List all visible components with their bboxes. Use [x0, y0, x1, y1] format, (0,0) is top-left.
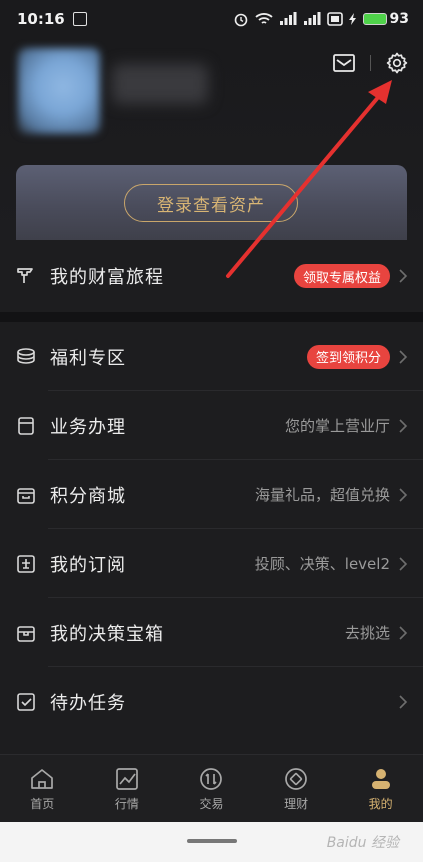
menu-label: 福利专区 [50, 347, 126, 369]
section-divider [0, 312, 423, 322]
mail-icon[interactable] [332, 53, 356, 73]
tab-label: 交易 [199, 797, 224, 811]
wealth-journey-label: 我的财富旅程 [50, 267, 164, 288]
chevron-right-icon [399, 625, 408, 640]
store-icon [15, 484, 37, 506]
subscription-icon [15, 553, 37, 575]
avatar[interactable] [18, 48, 100, 134]
alarm-icon [234, 13, 247, 27]
tab-label: 首页 [30, 797, 55, 811]
menu-row-decision-box[interactable]: 我的决策宝箱 去挑选 [0, 598, 423, 667]
bottom-tab-bar: 首页 行情 交易 理财 我的 [0, 754, 423, 822]
tab-home[interactable]: 首页 [0, 755, 85, 822]
clock: 10:16 [17, 10, 65, 28]
menu-row-points-mall[interactable]: 积分商城 海量礼品，超值兑换 [0, 460, 423, 529]
wifi-icon [254, 13, 273, 24]
home-icon [31, 769, 54, 789]
check-in-points-badge[interactable]: 签到领积分 [306, 344, 390, 369]
tab-label: 行情 [114, 797, 139, 811]
data-saver-icon [326, 12, 343, 26]
market-chart-icon [116, 768, 138, 790]
battery: 93 [362, 11, 409, 27]
menu-desc: 您的掌上营业厅 [284, 417, 390, 435]
claim-benefits-badge[interactable]: 领取专属权益 [293, 264, 390, 288]
username-redacted [112, 64, 208, 104]
notification-icon [72, 12, 87, 26]
wealth-icon [285, 768, 307, 790]
status-bar: 10:16 93 [0, 0, 423, 38]
chevron-right-icon [399, 556, 408, 571]
menu-label: 业务办理 [50, 416, 126, 438]
coins-icon [15, 346, 37, 368]
gesture-area: Baidu 经验 [0, 822, 423, 862]
chevron-right-icon [399, 694, 408, 709]
chevron-right-icon [399, 418, 408, 433]
menu-label: 我的订阅 [50, 554, 126, 576]
tab-market[interactable]: 行情 [85, 755, 170, 822]
menu-row-subscription[interactable]: 我的订阅 投顾、决策、level2 [0, 529, 423, 598]
checklist-icon [15, 691, 37, 713]
asset-card: 登录查看资产 [16, 165, 407, 245]
document-icon [15, 415, 37, 437]
menu-label: 我的决策宝箱 [50, 623, 164, 645]
wealth-journey-row[interactable]: 我的财富旅程 领取专属权益 [0, 240, 423, 312]
tab-label: 我的 [368, 797, 393, 811]
profile-icon [371, 769, 390, 789]
header-divider [370, 55, 371, 71]
menu-row-business[interactable]: 业务办理 您的掌上营业厅 [0, 391, 423, 460]
treasure-box-icon [15, 622, 37, 644]
battery-level: 93 [389, 11, 409, 27]
flag-journey-icon [15, 265, 37, 287]
tab-wealth[interactable]: 理财 [254, 755, 339, 822]
menu-row-welfare[interactable]: 福利专区 签到领积分 [0, 322, 423, 391]
profile-header: 登录查看资产 [0, 38, 423, 245]
watermark: Baidu 经验 [326, 835, 399, 851]
menu-row-todo[interactable]: 待办任务 [0, 667, 423, 736]
tab-mine[interactable]: 我的 [338, 755, 423, 822]
menu-label: 积分商城 [50, 485, 126, 507]
signal-icon-2 [303, 12, 321, 25]
list-bottom-spacer [0, 736, 423, 754]
chevron-right-icon [399, 349, 408, 364]
menu-label: 待办任务 [50, 692, 126, 714]
tab-trade[interactable]: 交易 [169, 755, 254, 822]
signal-icon [279, 12, 297, 25]
tab-label: 理财 [284, 797, 309, 811]
menu-desc: 海量礼品，超值兑换 [254, 486, 390, 504]
chevron-right-icon [399, 487, 408, 502]
menu-desc: 投顾、决策、level2 [254, 555, 390, 573]
trade-icon [200, 768, 223, 790]
battery-icon [362, 13, 387, 25]
charging-icon [348, 13, 356, 25]
settings-gear-icon[interactable] [385, 51, 409, 75]
chevron-right-icon [399, 269, 408, 283]
login-view-assets-button[interactable]: 登录查看资产 [124, 184, 298, 222]
home-indicator[interactable] [187, 839, 237, 843]
menu-desc: 去挑选 [344, 624, 390, 642]
